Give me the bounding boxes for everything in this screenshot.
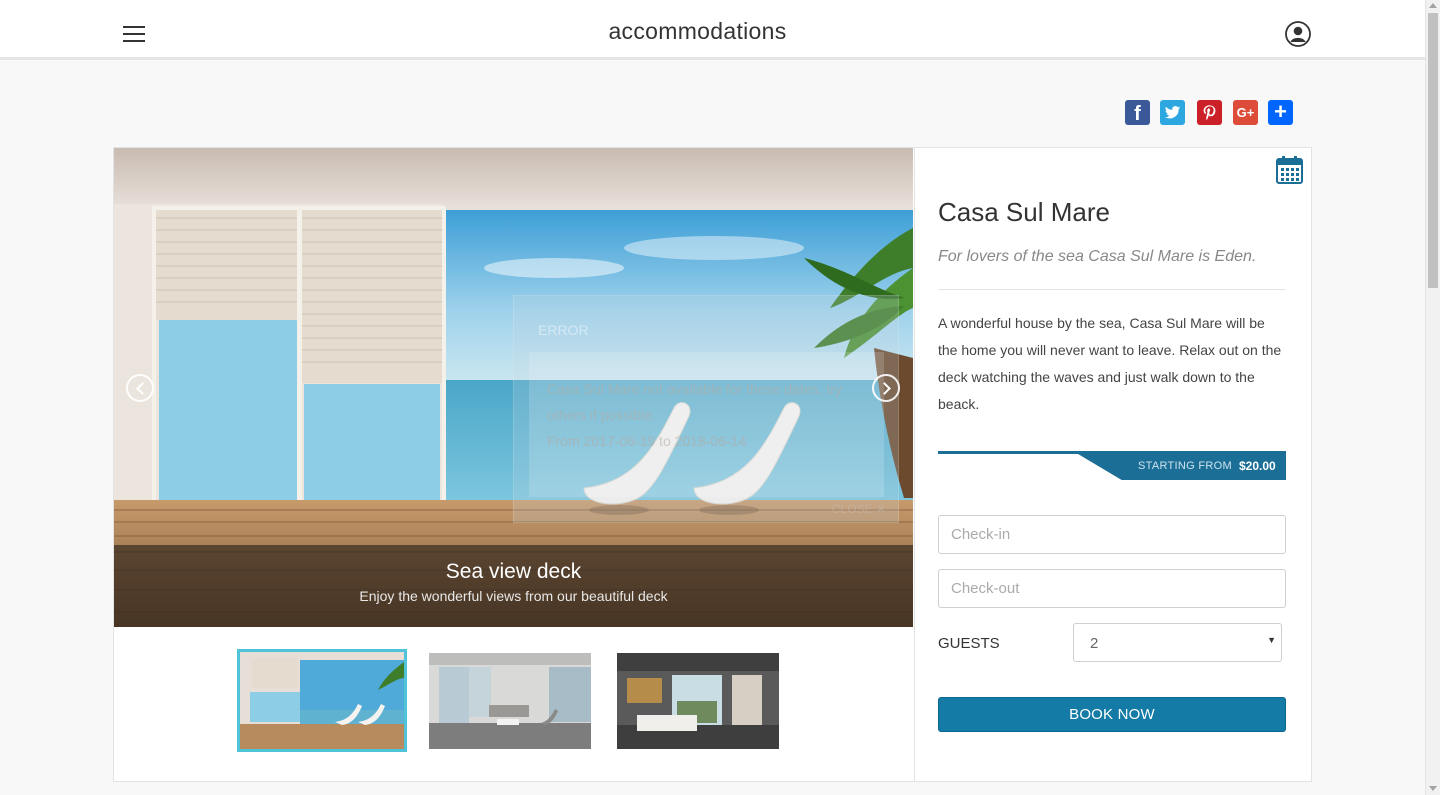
caret-down-icon: ▼ (1267, 635, 1276, 645)
top-navbar: accommodations (0, 0, 1425, 60)
share-plus-button[interactable]: + (1268, 100, 1293, 125)
thumbnail-2[interactable] (429, 653, 591, 749)
property-title: Casa Sul Mare (938, 197, 1110, 227)
price-value: $20.00 (1239, 459, 1276, 473)
scroll-up-icon[interactable] (1429, 3, 1437, 8)
book-now-button[interactable]: BOOK NOW (938, 697, 1286, 732)
price-label: STARTING FROM (1138, 460, 1232, 472)
guests-select[interactable]: 2 ▼ (1073, 623, 1282, 662)
pinterest-icon (1203, 105, 1216, 121)
user-account-icon[interactable] (1285, 21, 1311, 47)
thumbnail-1[interactable] (237, 649, 407, 752)
property-tagline: For lovers of the sea Casa Sul Mare is E… (938, 248, 1257, 265)
error-title: ERROR (538, 322, 589, 338)
error-message: Casa Sul Mare not available for these da… (547, 376, 877, 454)
slide-caption-subtitle: Enjoy the wonderful views from our beaut… (359, 588, 668, 604)
googleplus-share-button[interactable]: G+ (1233, 100, 1258, 125)
twitter-icon (1165, 106, 1180, 119)
error-body: Casa Sul Mare not available for these da… (529, 352, 884, 497)
error-date-range: From 2017-06-19 to 2018-06-14 (547, 433, 747, 449)
thumbnail-3[interactable] (617, 653, 779, 749)
guests-label: GUESTS (938, 635, 1000, 652)
slide-caption-title: Sea view deck (445, 560, 582, 583)
calendar-icon[interactable] (1276, 155, 1303, 184)
slider-prev-button[interactable] (126, 374, 154, 402)
slider-next-button[interactable] (872, 374, 900, 402)
chevron-right-icon (878, 382, 891, 395)
facebook-share-button[interactable]: f (1125, 100, 1150, 125)
price-banner-line (938, 451, 1286, 454)
scroll-down-icon[interactable] (1429, 786, 1437, 791)
pinterest-share-button[interactable] (1197, 100, 1222, 125)
price-banner: STARTING FROM $20.00 (938, 451, 1286, 480)
divider (938, 289, 1286, 290)
scroll-thumb[interactable] (1428, 13, 1438, 288)
page-scrollbar[interactable] (1425, 0, 1440, 795)
error-close-button[interactable]: CLOSE ✕ (832, 502, 886, 516)
twitter-share-button[interactable] (1160, 100, 1185, 125)
chevron-left-icon (136, 382, 149, 395)
site-title: accommodations (608, 18, 787, 44)
photo-slider: ERROR Casa Sul Mare not available for th… (114, 148, 913, 627)
error-modal: ERROR Casa Sul Mare not available for th… (513, 295, 899, 523)
property-description: A wonderful house by the sea, Casa Sul M… (938, 315, 1282, 412)
slide-caption: Sea view deck Enjoy the wonderful views … (114, 545, 913, 627)
guests-selected-value: 2 (1090, 635, 1099, 652)
checkin-field[interactable] (938, 515, 1286, 554)
error-message-text: Casa Sul Mare not available for these da… (547, 381, 842, 423)
checkout-field[interactable] (938, 569, 1286, 608)
